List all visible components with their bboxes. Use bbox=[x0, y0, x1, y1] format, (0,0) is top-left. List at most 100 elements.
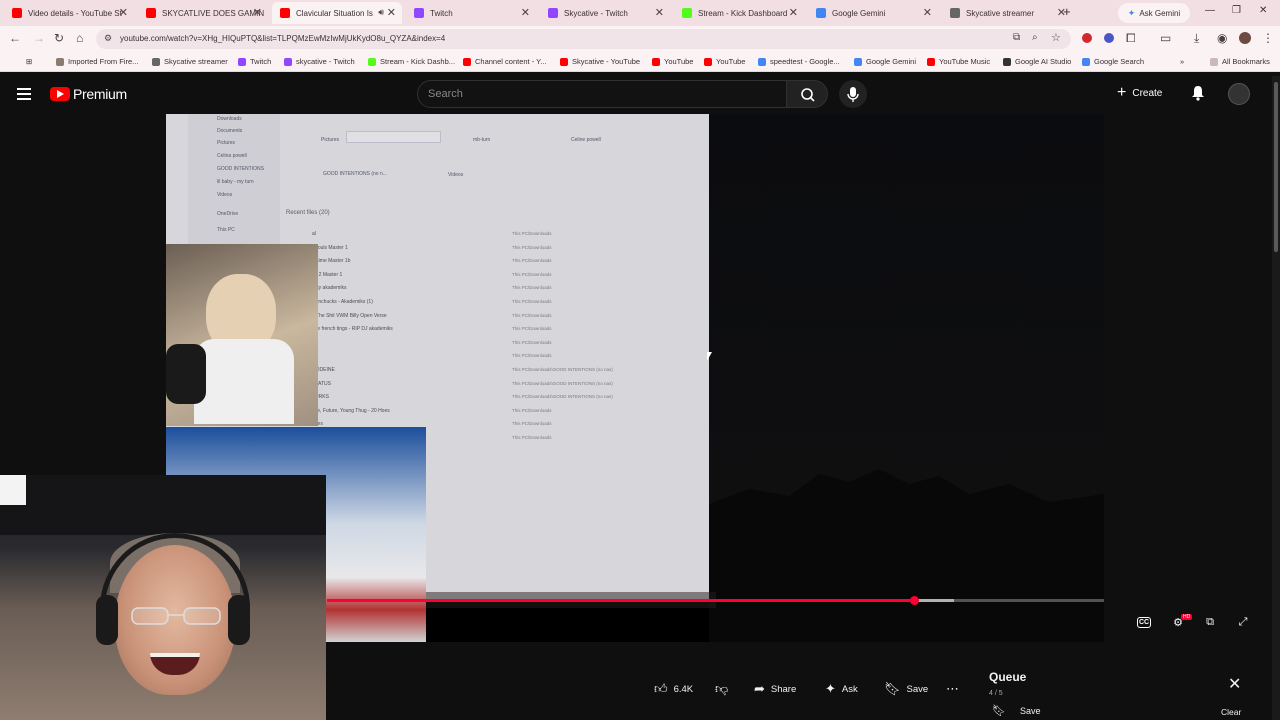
search-input[interactable]: Search bbox=[417, 80, 787, 108]
recent-file-path: This PC\Downloads bbox=[512, 339, 552, 345]
bookmark-star-icon[interactable]: ☆ bbox=[1051, 31, 1061, 44]
browser-tab[interactable]: Stream - Kick Dashboard ✕ bbox=[674, 2, 804, 24]
home-icon[interactable]: ⌂ bbox=[76, 31, 83, 45]
minimize-icon[interactable]: — bbox=[1205, 5, 1215, 16]
close-tab-icon[interactable]: ✕ bbox=[923, 6, 932, 19]
queue-save-button[interactable]: 🔖︎ Save bbox=[992, 704, 1040, 717]
extension-icon[interactable] bbox=[1082, 33, 1092, 43]
close-tab-icon[interactable]: ✕ bbox=[119, 6, 128, 19]
profile-avatar[interactable] bbox=[1239, 32, 1251, 44]
ask-button[interactable]: ✦ Ask bbox=[825, 679, 858, 699]
explorer-nav-item: This PC bbox=[217, 227, 235, 233]
close-tab-icon[interactable]: ✕ bbox=[521, 6, 530, 19]
extension-icon[interactable] bbox=[1104, 33, 1114, 43]
bookmark-label: YouTube bbox=[716, 57, 746, 66]
browser-tab[interactable]: Twitch ✕ bbox=[406, 2, 536, 24]
bookmark-item[interactable]: YouTube bbox=[652, 57, 693, 66]
ask-gemini-label: Ask Gemini bbox=[1139, 8, 1181, 18]
browser-tab[interactable]: SKYCATLIVE DOES GAMIN ✕ bbox=[138, 2, 268, 24]
search-placeholder: Search bbox=[428, 88, 463, 100]
browser-menu-icon[interactable]: ⋮ bbox=[1262, 31, 1274, 45]
all-bookmarks-button[interactable]: All Bookmarks bbox=[1210, 57, 1270, 66]
bookmark-item[interactable]: Google AI Studio bbox=[1003, 57, 1071, 66]
audio-playing-icon[interactable]: 🔊︎ bbox=[378, 7, 384, 18]
share-label: Share bbox=[770, 683, 797, 695]
queue-title: Queue bbox=[989, 670, 1027, 684]
queue-clear-button[interactable]: Clear bbox=[1221, 707, 1241, 717]
bookmark-item[interactable]: YouTube Music bbox=[927, 57, 990, 66]
close-icon[interactable]: ✕ bbox=[1228, 674, 1241, 694]
youtube-logo-icon[interactable] bbox=[50, 87, 70, 101]
notifications-bell-icon[interactable] bbox=[1191, 85, 1205, 101]
search-button[interactable] bbox=[786, 80, 828, 108]
close-tab-icon[interactable]: ✕ bbox=[387, 6, 396, 19]
ask-gemini-button[interactable]: ✦ Ask Gemini bbox=[1118, 3, 1190, 23]
bookmark-item[interactable]: Skycative streamer bbox=[152, 57, 228, 66]
recent-file-name: ake, Future, Young Thug - 20 Hoes bbox=[312, 407, 390, 414]
bookmark-favicon bbox=[238, 57, 246, 66]
bookmark-item[interactable]: Imported From Fire... bbox=[56, 57, 138, 66]
more-horizontal-icon: ⋯ bbox=[946, 681, 959, 696]
bookmark-item[interactable]: Stream - Kick Dashb... bbox=[368, 57, 455, 66]
profile-icon[interactable]: ◉ bbox=[1217, 31, 1227, 45]
bookmark-item[interactable]: Twitch bbox=[238, 57, 271, 66]
explorer-folder: Celine powell bbox=[571, 137, 601, 143]
forward-icon[interactable]: → bbox=[33, 31, 45, 45]
like-count: 6.4K bbox=[673, 683, 694, 695]
cast-icon[interactable]: ⧉ bbox=[1013, 32, 1020, 43]
reload-icon[interactable]: ↻ bbox=[54, 31, 64, 45]
browser-tab[interactable]: Video details - YouTube St ✕ bbox=[4, 2, 134, 24]
apps-grid-icon[interactable]: ⊞ bbox=[26, 57, 32, 66]
bookmark-item[interactable]: Google Gemini bbox=[854, 57, 916, 66]
voice-search-button[interactable] bbox=[839, 80, 867, 108]
browser-tab[interactable]: Skycative streamer ✕ bbox=[942, 2, 1072, 24]
tab-search-icon[interactable]: ▭ bbox=[1160, 31, 1171, 45]
bookmark-label: YouTube Music bbox=[939, 57, 991, 66]
recent-file-path: This PC\Downloads bbox=[512, 271, 552, 277]
address-bar[interactable]: ⚙ youtube.com/watch?v=XHg_HIQuPTQ&list=T… bbox=[96, 29, 1071, 49]
bookmark-item[interactable]: speedtest - Google... bbox=[758, 57, 840, 66]
bookmark-favicon bbox=[368, 57, 376, 66]
close-tab-icon[interactable]: ✕ bbox=[789, 6, 798, 19]
close-tab-icon[interactable]: ✕ bbox=[253, 6, 262, 19]
fullscreen-icon[interactable]: ⤢ bbox=[1234, 614, 1252, 630]
scrollbar-thumb[interactable] bbox=[1274, 82, 1278, 252]
youtube-masthead: Premium Search + Create bbox=[0, 76, 1280, 114]
more-actions-button[interactable]: ⋯ bbox=[946, 679, 959, 699]
bookmark-item[interactable]: Google Search bbox=[1082, 57, 1144, 66]
tab-favicon bbox=[414, 8, 424, 18]
more-bookmarks-icon[interactable]: » bbox=[1180, 57, 1184, 66]
menu-icon[interactable] bbox=[17, 88, 31, 100]
bookmark-favicon bbox=[704, 57, 712, 66]
dislike-button[interactable]: 👎︎ bbox=[715, 679, 728, 699]
extensions-puzzle-icon[interactable]: ⧠ bbox=[1126, 31, 1136, 46]
download-icon[interactable]: ⤓ bbox=[1194, 31, 1199, 46]
bookmark-item[interactable]: YouTube bbox=[704, 57, 745, 66]
bookmark-item[interactable]: Channel content - Y... bbox=[463, 57, 546, 66]
bookmark-item[interactable]: skycative - Twitch bbox=[284, 57, 355, 66]
bookmark-favicon bbox=[854, 57, 862, 66]
new-tab-button[interactable]: + bbox=[1063, 4, 1071, 19]
site-info-icon[interactable]: ⚙ bbox=[104, 33, 112, 44]
recent-file-name: e The Shit VWM Billy Open Verse bbox=[312, 312, 387, 319]
bookmark-favicon bbox=[1082, 57, 1090, 66]
account-avatar[interactable] bbox=[1228, 83, 1250, 105]
bookmark-item[interactable]: Skycative - YouTube bbox=[560, 57, 640, 66]
save-button[interactable]: 🔖︎ Save bbox=[884, 679, 928, 699]
progress-scrubber[interactable] bbox=[909, 596, 919, 605]
brand-label[interactable]: Premium bbox=[73, 86, 127, 102]
create-button[interactable]: + Create bbox=[1117, 84, 1162, 102]
browser-tab[interactable]: Skycative - Twitch ✕ bbox=[540, 2, 670, 24]
miniplayer-icon[interactable]: ⧉ bbox=[1201, 614, 1219, 630]
like-button[interactable]: 👍︎ 6.4K bbox=[654, 679, 693, 699]
browser-tab[interactable]: Google Gemini ✕ bbox=[808, 2, 938, 24]
bookmark-label: Channel content - Y... bbox=[475, 57, 547, 66]
back-icon[interactable]: ← bbox=[9, 31, 21, 45]
share-button[interactable]: ➦ Share bbox=[754, 679, 796, 699]
close-window-icon[interactable]: ✕ bbox=[1259, 5, 1267, 16]
subtitles-button[interactable]: CC bbox=[1137, 617, 1151, 628]
browser-tab[interactable]: Clavicular Situation Is 🔊︎ ✕ bbox=[272, 2, 402, 24]
zoom-icon[interactable]: ⌕ bbox=[1032, 32, 1038, 43]
restore-icon[interactable]: ❐ bbox=[1232, 5, 1241, 16]
close-tab-icon[interactable]: ✕ bbox=[655, 6, 664, 19]
